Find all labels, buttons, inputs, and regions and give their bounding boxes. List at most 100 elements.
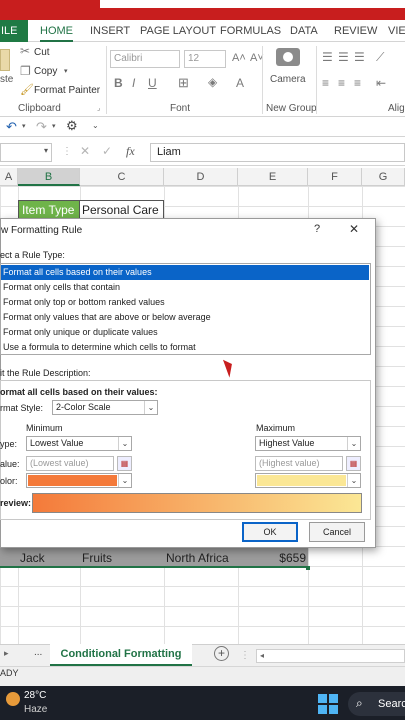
maximum-type-dropdown[interactable]: Highest Value ⌄	[255, 436, 361, 451]
align-top-icon[interactable]: ☰	[322, 50, 333, 64]
confirm-entry-icon[interactable]: ✓	[102, 144, 112, 158]
indent-icon[interactable]: ⇤	[376, 76, 386, 90]
cell-personal-care[interactable]: Personal Care	[80, 200, 164, 219]
paste-button[interactable]: ste	[0, 74, 13, 85]
maximum-color-picker[interactable]: ⌄	[255, 473, 361, 488]
clipboard-launcher-icon[interactable]: ⌟	[97, 104, 100, 112]
column-header-e[interactable]: E	[238, 168, 308, 186]
format-painter-icon: 🖌	[20, 84, 34, 96]
windows-start-icon[interactable]	[318, 694, 338, 714]
tab-review[interactable]: REVIEW	[334, 20, 377, 42]
grow-font-icon[interactable]: A˄	[232, 52, 246, 64]
sheet-nav-icon[interactable]: ▸	[4, 648, 9, 659]
rule-item-top-bottom[interactable]: Format only top or bottom ranked values	[1, 295, 369, 310]
fill-handle[interactable]	[306, 566, 310, 570]
status-bar	[0, 666, 405, 686]
column-header-f[interactable]: F	[308, 168, 362, 186]
camera-button[interactable]: Camera	[270, 74, 306, 85]
sheet-nav-more[interactable]: ...	[34, 647, 42, 658]
add-sheet-button[interactable]: +	[214, 646, 229, 661]
bold-icon[interactable]: B	[114, 76, 123, 90]
camera-icon[interactable]	[276, 48, 300, 66]
undo-icon[interactable]: ↶	[6, 119, 17, 135]
undo-dropdown-icon[interactable]: ▾	[22, 122, 26, 130]
align-left-icon[interactable]: ≡	[322, 76, 329, 90]
rule-item-formula[interactable]: Use a formula to determine which cells t…	[1, 340, 369, 355]
align-right-icon[interactable]: ≡	[354, 76, 361, 90]
type-label: ype:	[0, 439, 18, 449]
italic-icon[interactable]: I	[132, 76, 135, 90]
redo-dropdown-icon[interactable]: ▾	[52, 122, 56, 130]
column-header-c[interactable]: C	[80, 168, 164, 186]
alignment-group-label: Alig	[388, 103, 405, 114]
weather-temperature[interactable]: 28°C	[24, 690, 46, 701]
minimum-type-dropdown[interactable]: Lowest Value ⌄	[26, 436, 132, 451]
copy-button[interactable]: Copy	[34, 66, 57, 77]
cell-region[interactable]: North Africa	[166, 549, 229, 567]
cell-amount[interactable]: $659	[238, 549, 306, 567]
minimum-value-input[interactable]: (Lowest value)	[26, 456, 114, 471]
tab-file[interactable]: ILE	[0, 20, 28, 42]
fill-color-icon[interactable]: ◈	[208, 75, 217, 89]
cell-item[interactable]: Fruits	[82, 549, 112, 567]
column-header-a[interactable]: A	[0, 168, 18, 186]
maximum-value-input[interactable]: (Highest value)	[255, 456, 343, 471]
range-select-icon[interactable]: ▦	[117, 456, 132, 471]
close-icon[interactable]: ✕	[349, 222, 359, 236]
tab-home[interactable]: HOME	[40, 20, 73, 42]
sheet-tab-conditional-formatting[interactable]: Conditional Formatting	[50, 644, 192, 666]
font-name-dropdown[interactable]: Calibri	[110, 50, 180, 68]
rule-item-unique-duplicate[interactable]: Format only unique or duplicate values	[1, 325, 369, 340]
insert-function-icon[interactable]: fx	[126, 144, 135, 159]
name-box-dropdown-icon[interactable]: ▾	[44, 146, 48, 155]
name-box[interactable]: ▾	[0, 143, 52, 162]
formula-input[interactable]: Liam	[150, 143, 405, 162]
column-header-d[interactable]: D	[164, 168, 238, 186]
borders-icon[interactable]: ⊞	[178, 75, 189, 91]
tab-insert[interactable]: INSERT	[90, 20, 130, 42]
scroll-left-icon[interactable]: ◂	[260, 651, 264, 660]
tab-page-layout[interactable]: PAGE LAYOUT	[140, 20, 216, 42]
font-size-dropdown[interactable]: 12	[184, 50, 226, 68]
tab-view[interactable]: VIEW	[388, 20, 405, 42]
title-bar-highlight	[100, 0, 405, 8]
horizontal-scrollbar[interactable]: ◂	[256, 649, 405, 663]
rule-item-all-values[interactable]: Format all cells based on their values	[1, 265, 369, 280]
tab-formulas[interactable]: FORMULAS	[220, 20, 281, 42]
cut-button[interactable]: Cut	[34, 47, 50, 58]
cancel-button[interactable]: Cancel	[309, 522, 365, 542]
align-center-icon[interactable]: ≡	[338, 76, 345, 90]
underline-icon[interactable]: U	[148, 76, 157, 90]
minimum-color-picker[interactable]: ⌄	[26, 473, 132, 488]
copy-dropdown-icon[interactable]: ▾	[64, 67, 68, 75]
customize-qat-icon[interactable]: ⌄	[92, 121, 99, 130]
range-select-icon[interactable]: ▦	[346, 456, 361, 471]
paste-icon[interactable]	[0, 49, 10, 71]
taskbar-search-box[interactable]: ⌕ Searc	[348, 692, 405, 716]
column-header-g[interactable]: G	[362, 168, 405, 186]
rule-item-cells-contain[interactable]: Format only cells that contain	[1, 280, 369, 295]
cell-name[interactable]: Jack	[20, 549, 45, 567]
weather-condition[interactable]: Haze	[24, 704, 47, 715]
settings-gear-icon[interactable]: ⚙	[66, 118, 78, 134]
weather-sun-icon[interactable]	[6, 692, 20, 706]
font-color-icon[interactable]: A	[236, 76, 244, 90]
ok-button[interactable]: OK	[242, 522, 298, 542]
tab-data[interactable]: DATA	[290, 20, 318, 42]
align-middle-icon[interactable]: ☰	[338, 50, 349, 64]
format-style-dropdown[interactable]: 2-Color Scale ⌄	[52, 400, 158, 415]
orientation-icon[interactable]: ⟋	[376, 50, 384, 65]
redo-icon[interactable]: ↷	[36, 119, 47, 135]
rule-item-above-below-average[interactable]: Format only values that are above or bel…	[1, 310, 369, 325]
select-rule-type-label: ect a Rule Type:	[0, 250, 65, 260]
format-painter-button[interactable]: Format Painter	[34, 85, 100, 96]
column-header-b[interactable]: B	[18, 168, 80, 186]
chevron-down-icon: ⌄	[347, 437, 360, 450]
cancel-entry-icon[interactable]: ✕	[80, 144, 90, 158]
sheet-splitter-icon[interactable]: ⋮	[240, 650, 250, 661]
align-bottom-icon[interactable]: ☰	[354, 50, 365, 64]
formula-bar-handle-icon: ⋮	[62, 146, 72, 157]
cell-item-type[interactable]: Item Type	[18, 200, 80, 219]
format-style-value: 2-Color Scale	[56, 402, 111, 412]
help-button[interactable]: ?	[314, 223, 320, 235]
